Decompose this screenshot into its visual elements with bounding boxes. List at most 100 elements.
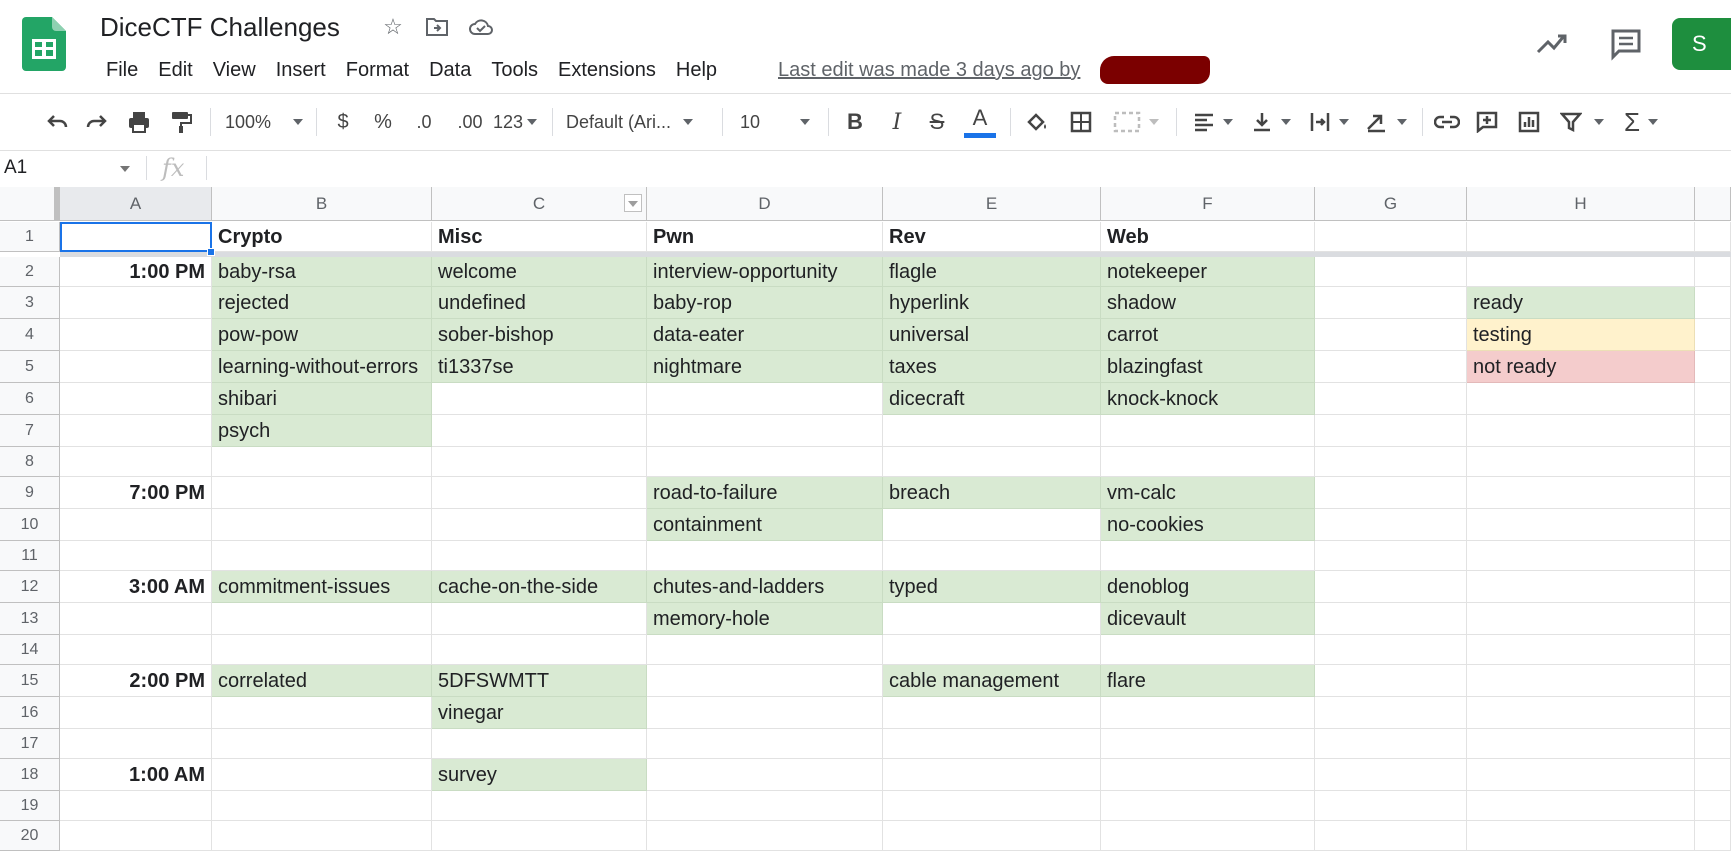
cell[interactable] <box>212 759 432 791</box>
bold-button[interactable]: B <box>840 104 870 140</box>
cell[interactable] <box>60 697 212 729</box>
challenge-cell[interactable]: flare <box>1101 665 1315 697</box>
cell[interactable] <box>1315 222 1467 252</box>
column-header-E[interactable]: E <box>883 187 1101 221</box>
cell[interactable] <box>1467 222 1695 252</box>
row-header[interactable]: 10 <box>0 509 60 541</box>
cell[interactable] <box>1695 447 1731 477</box>
cell[interactable] <box>1315 759 1467 791</box>
challenge-cell[interactable]: welcome <box>432 257 647 287</box>
cell[interactable] <box>1467 541 1695 571</box>
row-header[interactable]: 16 <box>0 697 60 729</box>
challenge-cell[interactable]: baby-rsa <box>212 257 432 287</box>
filter-icon[interactable] <box>1556 104 1608 140</box>
time-slot[interactable]: 1:00 PM <box>60 257 212 287</box>
cell[interactable] <box>212 509 432 541</box>
challenge-cell[interactable]: vinegar <box>432 697 647 729</box>
cell[interactable] <box>1315 351 1467 383</box>
cell[interactable] <box>1315 509 1467 541</box>
cell[interactable] <box>1315 697 1467 729</box>
vertical-align-icon[interactable] <box>1246 104 1296 140</box>
cell[interactable] <box>1467 571 1695 603</box>
column-header-G[interactable]: G <box>1315 187 1467 221</box>
cell[interactable] <box>1101 729 1315 759</box>
cell[interactable] <box>60 541 212 571</box>
challenge-cell[interactable]: shadow <box>1101 287 1315 319</box>
challenge-cell[interactable]: containment <box>647 509 883 541</box>
cell[interactable] <box>1467 603 1695 635</box>
challenge-cell[interactable]: hyperlink <box>883 287 1101 319</box>
column-header-F[interactable]: F <box>1101 187 1315 221</box>
challenge-cell[interactable]: road-to-failure <box>647 477 883 509</box>
row-header[interactable]: 4 <box>0 319 60 351</box>
cell[interactable] <box>212 541 432 571</box>
challenge-cell[interactable]: breach <box>883 477 1101 509</box>
cell[interactable] <box>1315 541 1467 571</box>
cell[interactable] <box>432 791 647 821</box>
category-header[interactable]: Crypto <box>212 222 432 252</box>
category-header[interactable]: Rev <box>883 222 1101 252</box>
sheets-logo[interactable] <box>22 17 66 71</box>
row-header[interactable]: 5 <box>0 351 60 383</box>
challenge-cell[interactable]: shibari <box>212 383 432 415</box>
category-header[interactable]: Misc <box>432 222 647 252</box>
cell[interactable] <box>1695 729 1731 759</box>
move-folder-icon[interactable] <box>424 14 450 40</box>
cell[interactable] <box>1467 509 1695 541</box>
cell[interactable] <box>1695 383 1731 415</box>
row-header[interactable]: 12 <box>0 571 60 603</box>
menu-format[interactable]: Format <box>336 56 419 84</box>
challenge-cell[interactable]: pow-pow <box>212 319 432 351</box>
last-edit-link[interactable]: Last edit was made 3 days ago by <box>778 56 1080 84</box>
cell[interactable] <box>212 821 432 851</box>
challenge-cell[interactable]: memory-hole <box>647 603 883 635</box>
text-rotation-icon[interactable] <box>1360 104 1412 140</box>
row-header[interactable]: 6 <box>0 383 60 415</box>
legend-testing[interactable]: testing <box>1467 319 1695 351</box>
cell[interactable] <box>883 729 1101 759</box>
paint-format-icon[interactable] <box>164 104 198 140</box>
cell[interactable] <box>647 729 883 759</box>
cell[interactable] <box>883 603 1101 635</box>
cell[interactable] <box>1101 635 1315 665</box>
cell[interactable] <box>212 729 432 759</box>
cell[interactable] <box>1467 697 1695 729</box>
cell[interactable] <box>1467 415 1695 447</box>
cell[interactable] <box>1695 635 1731 665</box>
challenge-cell[interactable]: cable management <box>883 665 1101 697</box>
font-family-select[interactable]: Default (Ari... <box>566 104 712 140</box>
cell[interactable] <box>647 821 883 851</box>
row-header[interactable]: 9 <box>0 477 60 509</box>
challenge-cell[interactable]: cache-on-the-side <box>432 571 647 603</box>
cell[interactable] <box>883 697 1101 729</box>
currency-format-button[interactable]: $ <box>328 104 358 140</box>
cell[interactable] <box>1695 697 1731 729</box>
cell[interactable] <box>1101 821 1315 851</box>
insert-chart-icon[interactable] <box>1512 104 1546 140</box>
undo-icon[interactable] <box>40 104 74 140</box>
cell[interactable] <box>647 759 883 791</box>
cell[interactable] <box>1467 635 1695 665</box>
challenge-cell[interactable]: learning-without-errors <box>212 351 432 383</box>
row-header[interactable]: 18 <box>0 759 60 791</box>
zoom-select[interactable]: 100% <box>222 104 306 140</box>
document-title[interactable]: DiceCTF Challenges <box>100 12 340 43</box>
challenge-cell[interactable]: interview-opportunity <box>647 257 883 287</box>
column-header-I[interactable] <box>1695 187 1731 221</box>
cell[interactable] <box>1695 791 1731 821</box>
category-header[interactable]: Web <box>1101 222 1315 252</box>
cell[interactable] <box>1695 603 1731 635</box>
menu-view[interactable]: View <box>203 56 266 84</box>
cell[interactable] <box>1467 383 1695 415</box>
cell[interactable] <box>1467 257 1695 287</box>
cell[interactable] <box>1467 447 1695 477</box>
menu-edit[interactable]: Edit <box>148 56 202 84</box>
increase-decimal-button[interactable]: .00 <box>448 104 492 140</box>
cell[interactable] <box>432 415 647 447</box>
cell[interactable] <box>60 603 212 635</box>
cell[interactable] <box>60 821 212 851</box>
corner-select-all[interactable] <box>0 187 60 221</box>
cell[interactable] <box>1101 541 1315 571</box>
cell[interactable] <box>883 541 1101 571</box>
cell[interactable] <box>1315 447 1467 477</box>
